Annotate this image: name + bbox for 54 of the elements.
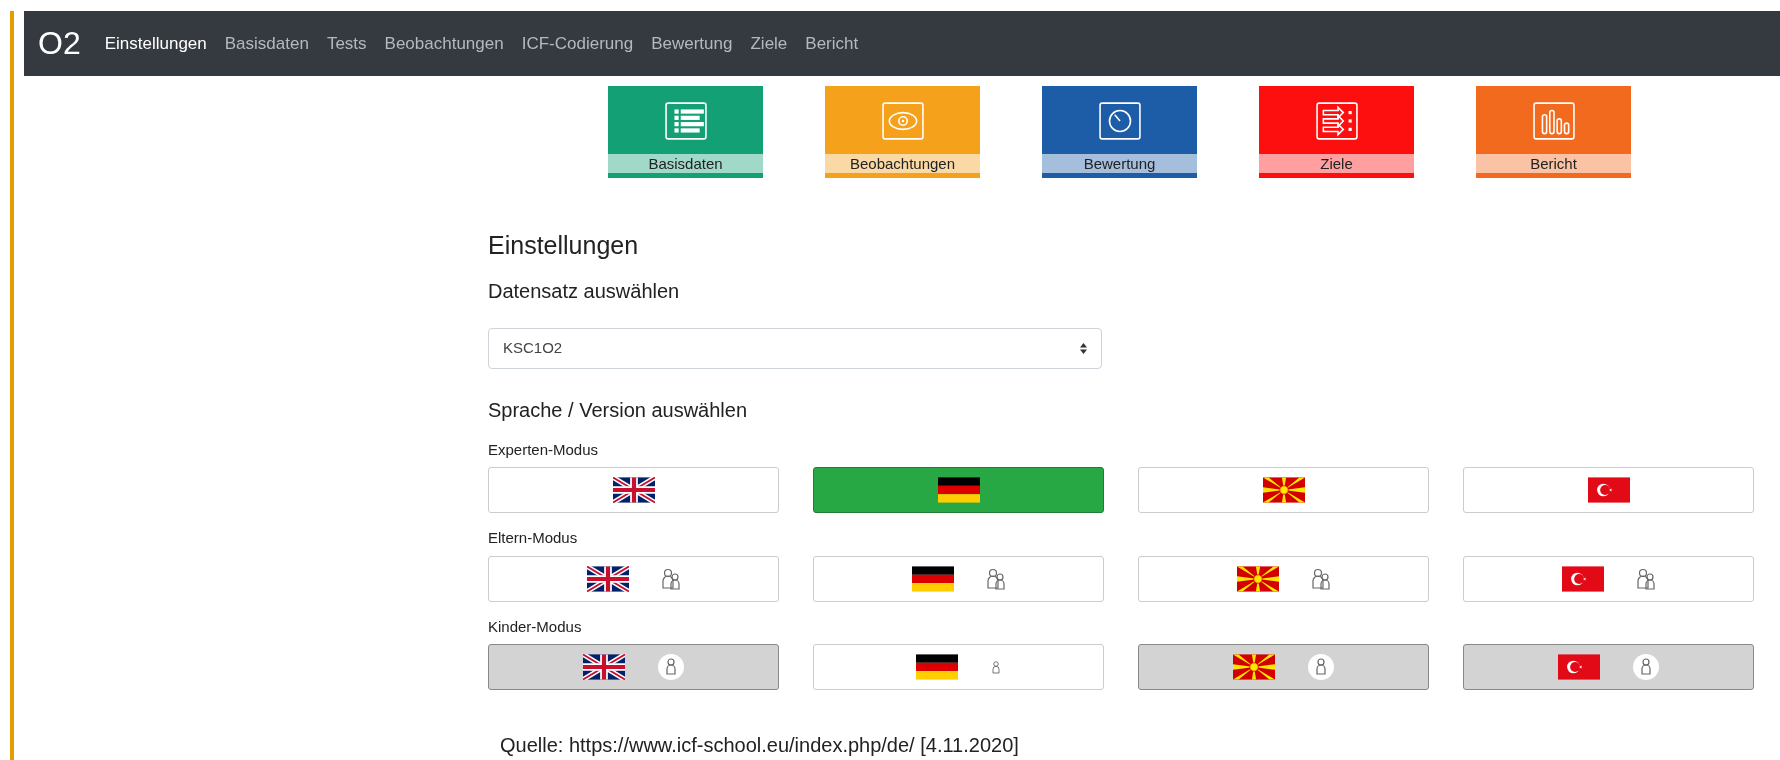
parents-icon	[985, 567, 1006, 590]
clock-icon	[1098, 101, 1141, 140]
nav-link[interactable]: Basisdaten	[224, 30, 309, 56]
nav-link[interactable]: Beobachtungen	[384, 30, 504, 56]
turkish-flag-icon	[1587, 477, 1630, 503]
module-tile[interactable]: Bewertung	[1042, 85, 1197, 178]
section-heading: Sprache / Version auswählen	[488, 397, 749, 423]
nav-link[interactable]: Tests	[326, 30, 367, 56]
language-button[interactable]	[813, 467, 1104, 513]
module-tile[interactable]: Basisdaten	[608, 85, 763, 178]
macedonian-flag-icon	[1232, 654, 1275, 680]
source-caption: Quelle: https://www.icf-school.eu/index.php/de/ [4.11.2020]	[500, 733, 1020, 758]
dataset-select[interactable]: KSC1O2	[488, 327, 1102, 369]
section-heading: Datensatz auswählen	[488, 278, 681, 304]
nav-link[interactable]: Bericht	[805, 30, 859, 56]
british-flag-icon	[582, 654, 625, 680]
german-flag-icon	[937, 477, 980, 503]
child-icon	[1631, 653, 1660, 681]
child-icon	[1306, 653, 1335, 681]
page-title: Einstellungen	[488, 229, 640, 260]
british-flag-icon	[612, 477, 655, 503]
module-tile[interactable]: Ziele	[1259, 85, 1414, 178]
german-flag-icon	[911, 565, 954, 592]
mode-label: Kinder-Modus	[488, 616, 583, 637]
tile-label: Bericht	[1476, 153, 1631, 173]
mode-label: Eltern-Modus	[488, 528, 579, 548]
list-icon	[664, 101, 707, 140]
german-flag-icon	[915, 654, 958, 680]
turkish-flag-icon	[1561, 565, 1604, 592]
bar-chart-icon	[1532, 101, 1575, 140]
turkish-flag-icon	[1557, 654, 1600, 680]
arrows-icon	[1315, 101, 1358, 140]
parents-icon	[1635, 567, 1656, 590]
tile-label: Basisdaten	[608, 153, 763, 173]
macedonian-flag-icon	[1236, 565, 1279, 592]
macedonian-flag-icon	[1262, 477, 1305, 503]
module-tile[interactable]: Bericht	[1476, 85, 1631, 178]
nav-link[interactable]: ICF-Codierung	[521, 30, 634, 56]
eye-icon	[881, 101, 924, 140]
module-tile[interactable]: Beobachtungen	[825, 85, 980, 178]
parents-icon	[1310, 567, 1331, 590]
child-icon	[989, 658, 1002, 676]
parents-icon	[660, 567, 681, 590]
sort-icon	[1080, 342, 1087, 354]
mode-label: Experten-Modus	[488, 439, 600, 460]
nav-link[interactable]: Einstellungen	[104, 30, 207, 56]
brand-logo[interactable]: O2	[38, 19, 81, 68]
child-icon	[656, 653, 685, 681]
nav-link[interactable]: Bewertung	[651, 30, 733, 56]
nav-link[interactable]: Ziele	[750, 30, 788, 56]
tile-label: Beobachtungen	[825, 153, 980, 173]
tile-label: Bewertung	[1042, 153, 1197, 173]
british-flag-icon	[586, 565, 629, 592]
tile-label: Ziele	[1259, 153, 1414, 173]
